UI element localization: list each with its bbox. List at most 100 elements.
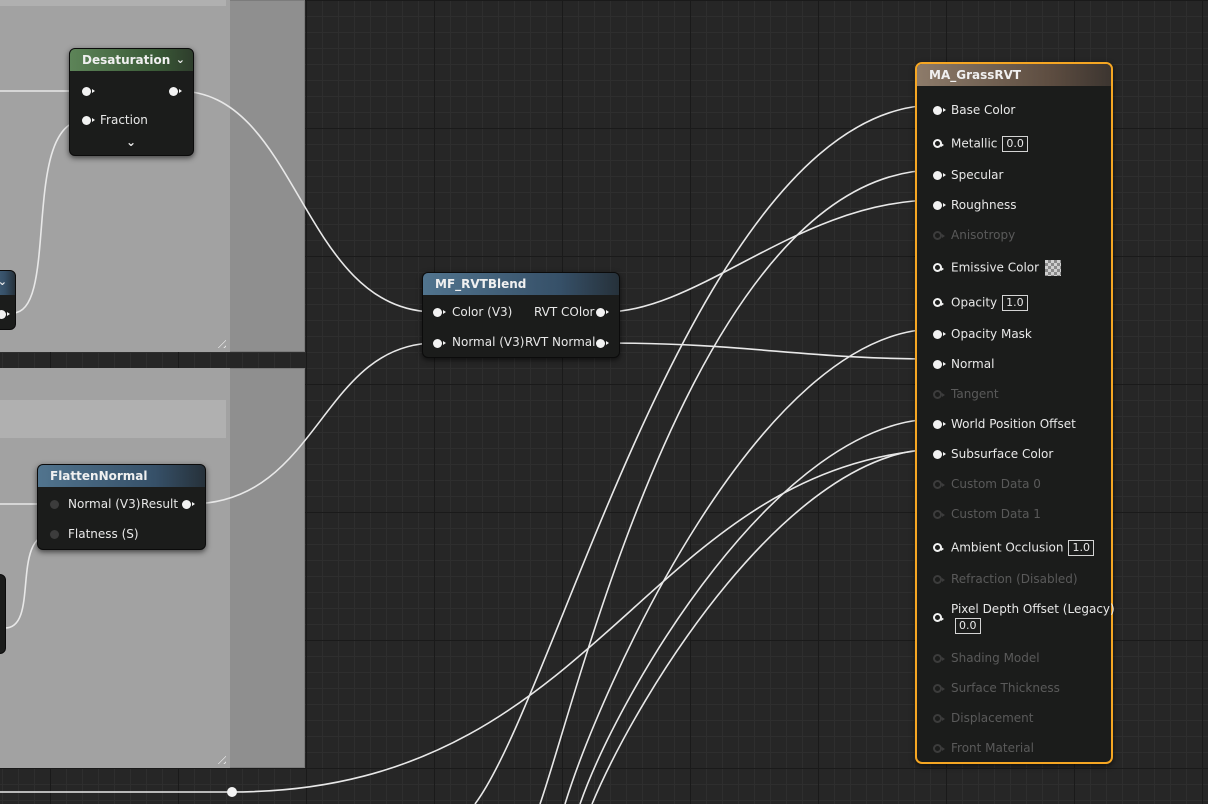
chevron-down-icon[interactable]: ⌄ xyxy=(0,271,7,293)
wire-bottom-to-wpo xyxy=(579,418,937,804)
normal-v3-label: Normal (V3) xyxy=(452,335,525,349)
emissive-color-swatch[interactable] xyxy=(1045,260,1062,276)
material-pin-label: World Position Offset xyxy=(951,417,1076,431)
flatness-input-pin[interactable] xyxy=(50,530,59,539)
material-pin-11[interactable] xyxy=(933,450,946,459)
material-pin-0[interactable] xyxy=(933,106,946,115)
rvt-normal-output-pin[interactable] xyxy=(596,339,609,348)
partial-node-bottom[interactable] xyxy=(0,574,6,654)
material-result-node[interactable]: MA_GrassRVT Base Color Metallic 0.0 Specula… xyxy=(915,62,1115,764)
desaturation-header[interactable]: Desaturation ⌄ xyxy=(70,49,193,71)
material-pin-label: Subsurface Color xyxy=(951,447,1053,461)
partial-node-top[interactable]: ⌄ xyxy=(0,270,16,330)
result-label: Result xyxy=(141,497,179,511)
material-pin-text: Roughness xyxy=(951,198,1017,212)
flatten-normal-header[interactable]: FlattenNormal xyxy=(38,465,205,487)
flatten-normal-node[interactable]: FlattenNormal Normal (V3) Result Flatnes… xyxy=(37,464,206,550)
material-pin-value-field[interactable]: 0.0 xyxy=(955,618,981,634)
mf-rvtblend-header[interactable]: MF_RVTBlend xyxy=(423,273,619,295)
desaturation-input-pin[interactable] xyxy=(82,87,95,96)
material-pin-label: Opacity Mask xyxy=(951,327,1032,341)
material-pin-20[interactable] xyxy=(933,744,945,753)
material-pin-9[interactable] xyxy=(933,390,945,399)
mf-rvtblend-node[interactable]: MF_RVTBlend Color (V3) RVT COlor Normal … xyxy=(422,272,620,358)
material-pin-label: Front Material xyxy=(951,741,1034,755)
expand-chevron-icon[interactable]: ⌄ xyxy=(126,135,136,149)
result-output-pin[interactable] xyxy=(182,500,195,509)
mf-rvtblend-title: MF_RVTBlend xyxy=(435,277,527,291)
wire-bottom-to-base-color xyxy=(474,104,937,804)
normal-v3-input-pin[interactable] xyxy=(433,339,446,348)
rvt-normal-label: RVT Normal xyxy=(525,335,596,349)
material-pin-text: Metallic xyxy=(951,136,998,151)
material-pin-label: Shading Model xyxy=(951,651,1040,665)
material-pin-13[interactable] xyxy=(933,510,945,519)
material-pin-value-field[interactable]: 0.0 xyxy=(1002,136,1028,152)
comment-header-top[interactable] xyxy=(0,0,226,6)
material-pin-19[interactable] xyxy=(933,714,945,723)
material-pin-label: Pixel Depth Offset (Legacy) 0.0 xyxy=(951,602,1115,634)
material-pin-10[interactable] xyxy=(933,420,946,429)
material-pin-label: Tangent xyxy=(951,387,999,401)
material-pin-12[interactable] xyxy=(933,480,945,489)
desaturation-output-pin[interactable] xyxy=(169,87,182,96)
partial-node-top-output-pin[interactable] xyxy=(0,310,10,319)
material-pin-5[interactable] xyxy=(933,263,944,272)
material-pin-16[interactable] xyxy=(933,613,944,622)
material-pin-label: Roughness xyxy=(951,198,1016,212)
material-pin-17[interactable] xyxy=(933,654,945,663)
material-pin-text: Pixel Depth Offset (Legacy) xyxy=(951,602,1115,616)
normal-v3-input-pin[interactable] xyxy=(50,500,59,509)
material-pin-text: Displacement xyxy=(951,711,1034,725)
material-pin-label: Metallic 0.0 xyxy=(951,136,1028,152)
material-pin-value-field[interactable]: 1.0 xyxy=(1002,295,1028,311)
material-pin-label: Custom Data 1 xyxy=(951,507,1041,521)
flatness-label: Flatness (S) xyxy=(68,527,139,541)
comment-header-bottom[interactable] xyxy=(0,400,226,438)
material-pin-label: Base Color xyxy=(951,103,1015,117)
material-pin-7[interactable] xyxy=(933,330,946,339)
fraction-input-pin[interactable] xyxy=(82,116,95,125)
material-pin-text: Tangent xyxy=(951,387,999,401)
chevron-down-icon[interactable]: ⌄ xyxy=(176,49,185,71)
rvt-color-output-pin[interactable] xyxy=(596,308,609,317)
material-pin-text: Shading Model xyxy=(951,651,1040,665)
material-pin-text: Emissive Color xyxy=(951,260,1040,275)
material-pin-text: Opacity Mask xyxy=(951,327,1032,341)
normal-v3-label: Normal (V3) xyxy=(68,497,141,511)
material-pin-18[interactable] xyxy=(933,684,945,693)
material-pin-value-field[interactable]: 1.0 xyxy=(1068,540,1094,556)
fraction-label: Fraction xyxy=(100,113,148,127)
material-pin-14[interactable] xyxy=(933,543,944,552)
material-pin-8[interactable] xyxy=(933,360,946,369)
material-pin-4[interactable] xyxy=(933,231,945,240)
color-v3-input-pin[interactable] xyxy=(433,308,446,317)
material-pin-text: Surface Thickness xyxy=(951,681,1060,695)
color-v3-label: Color (V3) xyxy=(452,305,513,319)
material-pin-text: Ambient Occlusion xyxy=(951,540,1064,555)
material-pin-2[interactable] xyxy=(933,171,946,180)
material-pin-text: Specular xyxy=(951,168,1004,182)
wire-rvt-color-to-roughness xyxy=(604,199,937,313)
desaturation-node[interactable]: Desaturation ⌄ Fraction ⌄ xyxy=(69,48,194,156)
material-pin-label: Opacity 1.0 xyxy=(951,295,1028,311)
material-pin-1[interactable] xyxy=(933,139,944,148)
material-pin-text: Refraction (Disabled) xyxy=(951,572,1078,586)
material-pin-3[interactable] xyxy=(933,201,946,210)
material-pin-text: Custom Data 1 xyxy=(951,507,1041,521)
material-pin-label: Surface Thickness xyxy=(951,681,1060,695)
material-pin-label: Refraction (Disabled) xyxy=(951,572,1078,586)
reroute-node xyxy=(227,787,237,797)
material-pin-text: Base Color xyxy=(951,103,1016,117)
material-pin-text: Front Material xyxy=(951,741,1034,755)
material-pin-label: Custom Data 0 xyxy=(951,477,1041,491)
material-pin-15[interactable] xyxy=(933,575,945,584)
material-pin-label: Anisotropy xyxy=(951,228,1015,242)
material-pin-text: Normal xyxy=(951,357,995,371)
rvt-color-label: RVT COlor xyxy=(534,305,595,319)
desaturation-title: Desaturation xyxy=(82,53,171,67)
material-pin-6[interactable] xyxy=(933,298,944,307)
material-result-header[interactable]: MA_GrassRVT xyxy=(917,64,1111,86)
wire-bottom-to-specular xyxy=(539,169,937,804)
material-pin-text: Subsurface Color xyxy=(951,447,1054,461)
